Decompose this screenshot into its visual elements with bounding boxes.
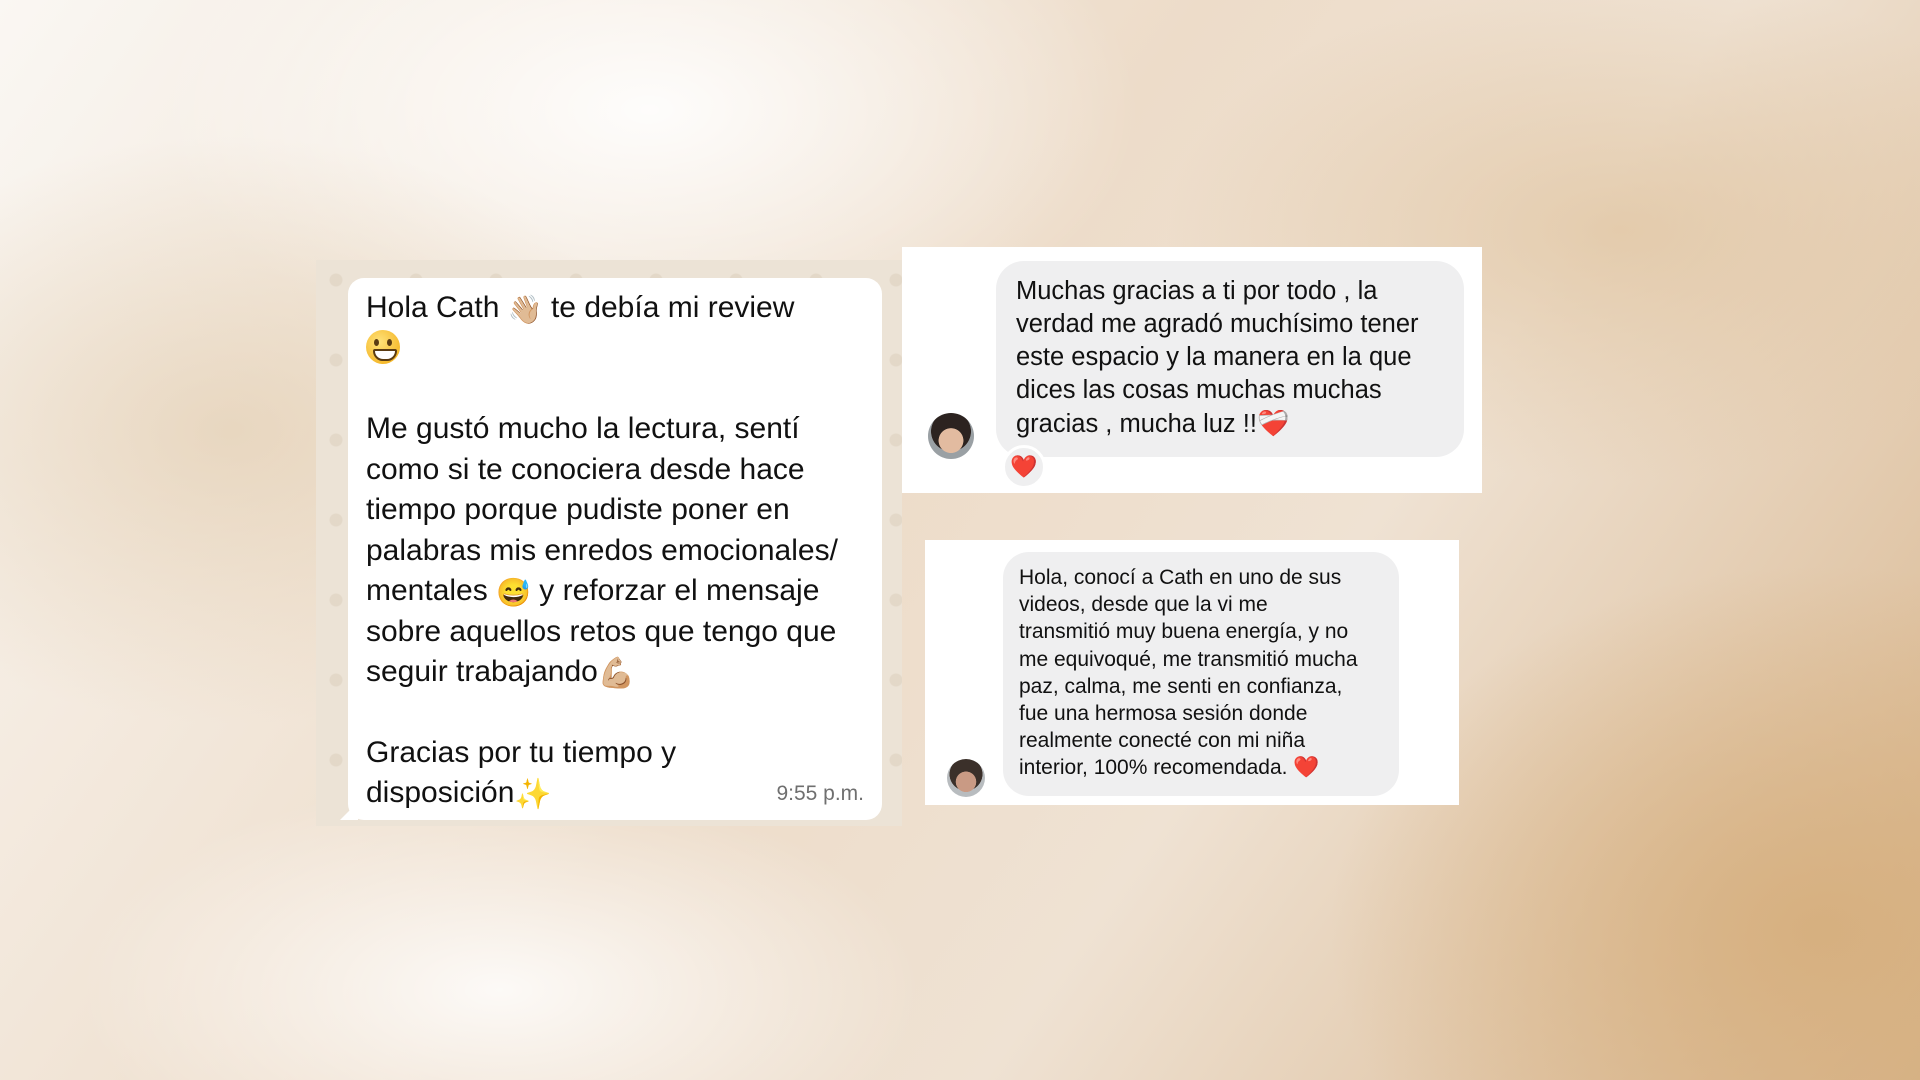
message-body: Hola, conocí a Cath en uno de sus videos… — [1019, 566, 1358, 780]
user-avatar-icon[interactable] — [928, 413, 974, 459]
sparkles-icon: ✨ — [514, 778, 552, 811]
instagram-message-bubble[interactable]: Muchas gracias a ti por todo , la verdad… — [996, 261, 1464, 457]
message-greeting: Hola Cath 👋🏼 te debía mi review — [366, 288, 864, 369]
heart-reaction-icon[interactable]: ❤️ — [1002, 445, 1046, 489]
message-text: Hola, conocí a Cath en uno de sus videos… — [1019, 564, 1383, 782]
flexed-biceps-icon: 💪🏼 — [597, 657, 636, 690]
instagram-dm-screenshot-2: Hola, conocí a Cath en uno de sus videos… — [925, 540, 1459, 805]
greeting-text: Hola Cath — [366, 291, 508, 324]
message-text: Muchas gracias a ti por todo , la verdad… — [1016, 275, 1444, 441]
mending-heart-icon: ❤️‍🩹 — [1256, 408, 1290, 438]
message-review-body: Me gustó mucho la lectura, sentí como si… — [366, 409, 864, 693]
testimonials-canvas: { "whatsapp": { "line1_text": "Hola Cath… — [0, 0, 1920, 1080]
message-body: Muchas gracias a ti por todo , la verdad… — [1016, 277, 1419, 438]
whatsapp-message-bubble: Hola Cath 👋🏼 te debía mi review Me gustó… — [348, 278, 882, 820]
red-heart-icon: ❤️ — [1293, 756, 1320, 780]
instagram-dm-screenshot-1: Muchas gracias a ti por todo , la verdad… — [902, 247, 1482, 493]
sweat-smile-icon: 😅 — [496, 577, 531, 608]
instagram-message-bubble[interactable]: Hola, conocí a Cath en uno de sus videos… — [1003, 552, 1399, 796]
grinning-face-icon — [366, 329, 400, 364]
whatsapp-screenshot: Hola Cath 👋🏼 te debía mi review Me gustó… — [316, 260, 902, 826]
waving-hand-icon: 👋🏼 — [507, 294, 543, 325]
greeting-text-continued: te debía mi review — [542, 291, 795, 324]
user-avatar-icon[interactable] — [947, 759, 985, 797]
message-timestamp: 9:55 p.m. — [776, 781, 864, 805]
